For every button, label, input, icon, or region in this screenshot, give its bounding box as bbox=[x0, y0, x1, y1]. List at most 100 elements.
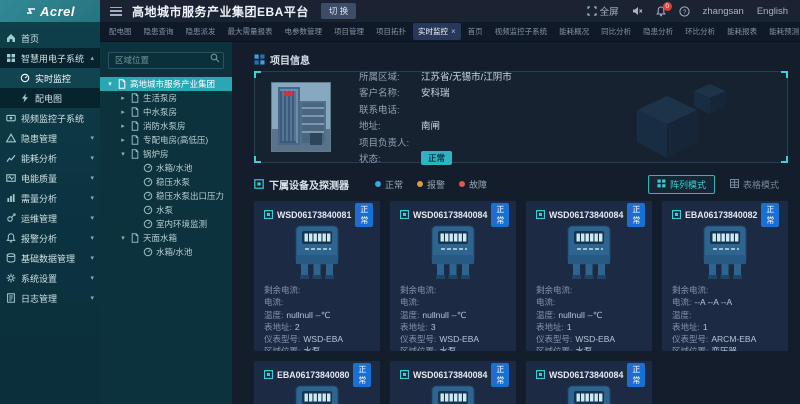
project-photo bbox=[271, 82, 331, 152]
tree-node-11[interactable]: 室内环境监测 bbox=[100, 217, 232, 231]
device-card-2[interactable]: WSD06173840084正常剩余电流:电流:温度:nullnull --℃表… bbox=[390, 201, 516, 351]
tree-node-8[interactable]: 稳压水泵 bbox=[100, 175, 232, 189]
tab-1[interactable]: 配电图 bbox=[104, 23, 137, 40]
tree-node-7[interactable]: 水箱/水池 bbox=[100, 161, 232, 175]
tree-caret-right-icon[interactable]: ▸ bbox=[119, 108, 127, 116]
sidebar-item-2[interactable]: 智慧用电子系统▴ bbox=[0, 48, 100, 68]
tree-caret-down-icon[interactable]: ▾ bbox=[119, 234, 127, 242]
tab-7[interactable]: 项目拓扑 bbox=[371, 23, 411, 40]
tab-13[interactable]: 隐患分析 bbox=[638, 23, 678, 40]
tree-caret-right-icon[interactable]: ▸ bbox=[119, 136, 127, 144]
mode-button-label: 阵列模式 bbox=[670, 178, 706, 191]
device-status-badge: 正常 bbox=[491, 203, 509, 227]
tab-9[interactable]: 首页 bbox=[463, 23, 488, 40]
sidebar-item-6[interactable]: 电能质量▾ bbox=[0, 168, 100, 188]
tab-15[interactable]: 能耗报表 bbox=[722, 23, 762, 40]
tree-search bbox=[108, 50, 224, 69]
table-mode-button[interactable]: 表格模式 bbox=[721, 175, 788, 194]
help-button[interactable]: ? bbox=[679, 6, 690, 17]
sidebar-item-1[interactable]: 首页 bbox=[0, 28, 100, 48]
tree-node-1[interactable]: ▾高地城市服务产业集团 bbox=[100, 77, 232, 91]
device-field-label: 仪表型号: bbox=[264, 334, 300, 344]
tree-caret-right-icon[interactable]: ▸ bbox=[119, 122, 127, 130]
sidebar-item-10[interactable]: 基础数据管理▾ bbox=[0, 248, 100, 268]
device-card-3[interactable]: WSD06173840084正常剩余电流:电流:温度:nullnull --℃表… bbox=[526, 201, 652, 351]
sidebar-subitem-2[interactable]: 配电图 bbox=[0, 88, 100, 108]
tab-2[interactable]: 隐患查询 bbox=[139, 23, 179, 40]
sidebar-item-8[interactable]: 运维管理▾ bbox=[0, 208, 100, 228]
fullscreen-button[interactable]: 全屏 bbox=[587, 4, 619, 18]
project-info-title: 项目信息 bbox=[270, 52, 310, 67]
status-badge-wrap: 正常 bbox=[421, 151, 512, 165]
language-switch[interactable]: English bbox=[757, 6, 788, 17]
tab-3[interactable]: 隐患派发 bbox=[181, 23, 221, 40]
sidebar-item-4[interactable]: 隐患管理▾ bbox=[0, 128, 100, 148]
hamburger-menu-icon[interactable] bbox=[110, 7, 122, 16]
tree-node-label: 消防水泵房 bbox=[143, 120, 186, 132]
tab-16[interactable]: 能耗预测 bbox=[764, 23, 800, 40]
tree-node-6[interactable]: ▾锅炉房 bbox=[100, 147, 232, 161]
tree-node-2[interactable]: ▸生活泵房 bbox=[100, 91, 232, 105]
switch-project-button[interactable]: 切 换 bbox=[321, 3, 356, 19]
sidebar-item-3[interactable]: 视频监控子系统 bbox=[0, 108, 100, 128]
meter-illustration bbox=[400, 225, 506, 281]
chevron-down-icon: ▾ bbox=[90, 234, 94, 242]
tab-6[interactable]: 项目管理 bbox=[329, 23, 369, 40]
tab-12[interactable]: 同比分析 bbox=[596, 23, 636, 40]
device-field-value: WSD-EBA bbox=[439, 334, 479, 344]
notifications-button[interactable]: 0 bbox=[656, 6, 666, 17]
sidebar-subitem-label: 配电图 bbox=[35, 92, 62, 105]
device-fields: 剩余电流:电流:温度:nullnull --℃表地址:1仪表型号:WSD-EBA… bbox=[536, 284, 642, 351]
gauge-icon bbox=[143, 219, 153, 229]
device-field: 区域位置:变压器 bbox=[672, 345, 778, 351]
sidebar-item-label: 隐患管理 bbox=[21, 132, 57, 145]
tree-node-10[interactable]: 水泵 bbox=[100, 203, 232, 217]
device-id: WSD06173840084 bbox=[413, 370, 487, 380]
chevron-down-icon: ▾ bbox=[90, 174, 94, 182]
gauge-icon bbox=[20, 73, 30, 83]
quality-icon bbox=[6, 173, 16, 183]
sidebar-item-7[interactable]: 需量分析▾ bbox=[0, 188, 100, 208]
tree-caret-down-icon[interactable]: ▾ bbox=[106, 80, 114, 88]
tab-8[interactable]: 实时监控× bbox=[413, 23, 461, 40]
device-field-label: 温度: bbox=[264, 310, 283, 320]
tab-4[interactable]: 最大需量报表 bbox=[223, 23, 278, 40]
array-mode-button[interactable]: 阵列模式 bbox=[648, 175, 715, 194]
tree-node-12[interactable]: ▾天面水箱 bbox=[100, 231, 232, 245]
tab-11[interactable]: 能耗概况 bbox=[554, 23, 594, 40]
sidebar-item-5[interactable]: 能耗分析▾ bbox=[0, 148, 100, 168]
device-field-label: 电流: bbox=[264, 297, 283, 307]
device-status-badge: 正常 bbox=[353, 363, 371, 387]
area-search-input[interactable] bbox=[108, 52, 224, 69]
tree-caret-down-icon[interactable]: ▾ bbox=[119, 150, 127, 158]
tab-close-icon[interactable]: × bbox=[451, 27, 456, 36]
mute-button[interactable] bbox=[632, 6, 643, 16]
tree-node-5[interactable]: ▸专配电房(高低压) bbox=[100, 133, 232, 147]
tab-14[interactable]: 环比分析 bbox=[680, 23, 720, 40]
sidebar-item-11[interactable]: 系统设置▾ bbox=[0, 268, 100, 288]
tree-node-13[interactable]: 水箱/水池 bbox=[100, 245, 232, 259]
chevron-down-icon: ▾ bbox=[90, 254, 94, 262]
device-card-5[interactable]: EBA06173840080正常 bbox=[254, 361, 380, 404]
tab-10[interactable]: 视频监控子系统 bbox=[490, 23, 553, 40]
device-card-1[interactable]: WSD06173840081正常剩余电流:电流:温度:nullnull --℃表… bbox=[254, 201, 380, 351]
tree-node-3[interactable]: ▸中水泵房 bbox=[100, 105, 232, 119]
tree-node-label: 水箱/水池 bbox=[156, 162, 192, 174]
device-card-4[interactable]: EBA06173840082正常剩余电流:电流:--A --A --A温度:表地… bbox=[662, 201, 788, 351]
device-field-value: ARCM-EBA bbox=[711, 334, 756, 344]
sidebar-item-12[interactable]: 日志管理▾ bbox=[0, 288, 100, 308]
tab-5[interactable]: 电参数管理 bbox=[280, 23, 328, 40]
device-card-7[interactable]: WSD06173840084正常 bbox=[526, 361, 652, 404]
user-menu[interactable]: zhangsan bbox=[703, 6, 744, 17]
tree-node-9[interactable]: 稳压水泵出口压力 bbox=[100, 189, 232, 203]
project-field-label: 项目负责人: bbox=[359, 135, 421, 149]
device-card-6[interactable]: WSD06173840084正常 bbox=[390, 361, 516, 404]
search-icon bbox=[210, 53, 220, 63]
home-icon bbox=[6, 33, 16, 43]
device-status-badge: 正常 bbox=[761, 203, 779, 227]
tree-node-4[interactable]: ▸ 消防水泵房 bbox=[100, 119, 232, 133]
tree-caret-right-icon[interactable]: ▸ bbox=[119, 94, 127, 102]
sidebar-subitem-1[interactable]: 实时监控 bbox=[0, 68, 100, 88]
doc-icon bbox=[130, 135, 140, 145]
sidebar-item-9[interactable]: 报警分析▾ bbox=[0, 228, 100, 248]
